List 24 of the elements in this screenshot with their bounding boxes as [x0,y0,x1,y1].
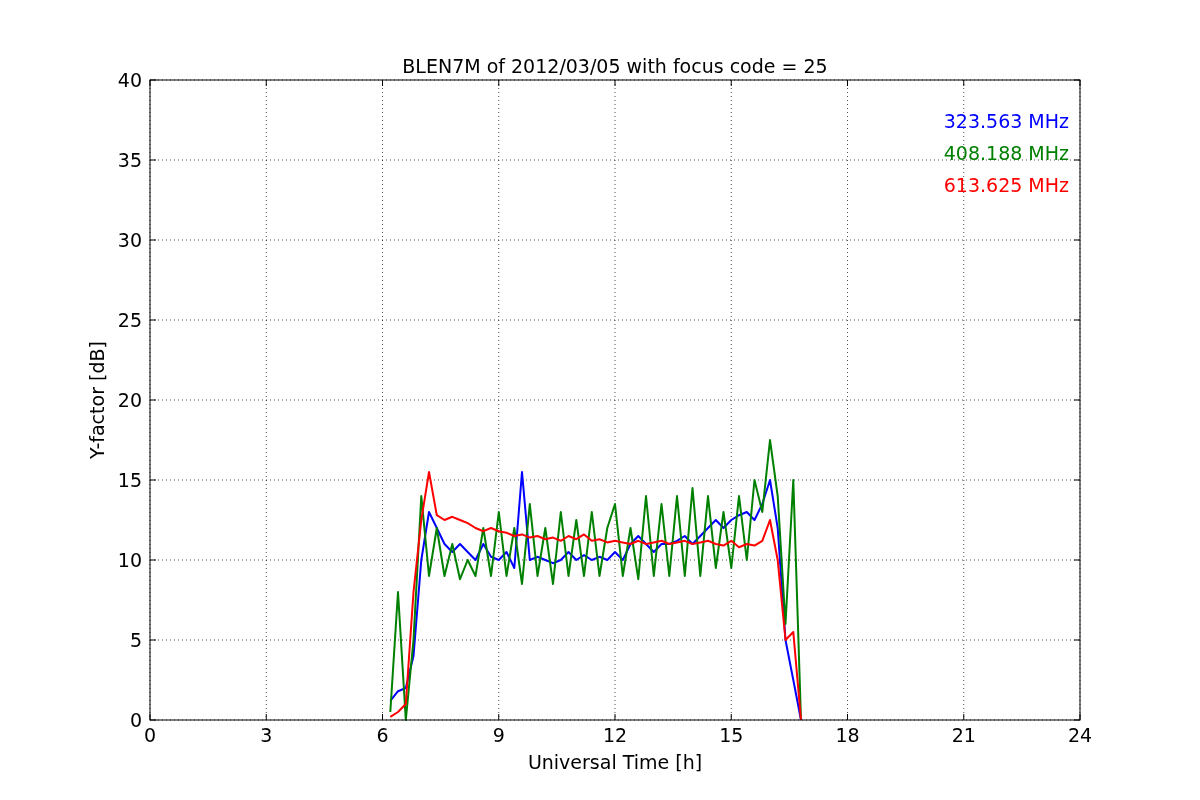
x-tick-label: 21 [951,724,976,746]
x-tick-label: 15 [719,724,744,746]
x-axis-label: Universal Time [h] [527,751,703,773]
legend-label: 408.188 MHz [943,142,1069,164]
y-tick-label: 35 [117,149,142,171]
x-tick-label: 0 [143,724,157,746]
x-tick-label: 12 [602,724,628,746]
y-tick-label: 5 [129,629,142,651]
x-tick-label: 9 [492,724,505,746]
legend-label: 323.563 MHz [943,110,1069,132]
chart-title: BLEN7M of 2012/03/05 with focus code = 25 [402,55,828,77]
y-tick-label: 25 [117,309,142,331]
legend-label: 613.625 MHz [943,174,1069,196]
x-tick-label: 6 [376,724,389,746]
y-tick-label: 20 [117,389,142,411]
x-tick-label: 18 [835,724,860,746]
y-tick-label: 30 [117,229,142,251]
y-tick-label: 10 [117,549,142,571]
x-tick-label: 3 [260,724,273,746]
x-tick-label: 24 [1067,724,1093,746]
y-axis-label: Y-factor [dB] [86,341,108,459]
y-tick-label: 0 [129,709,142,731]
y-tick-label: 15 [117,469,142,491]
y-tick-label: 40 [117,69,142,91]
